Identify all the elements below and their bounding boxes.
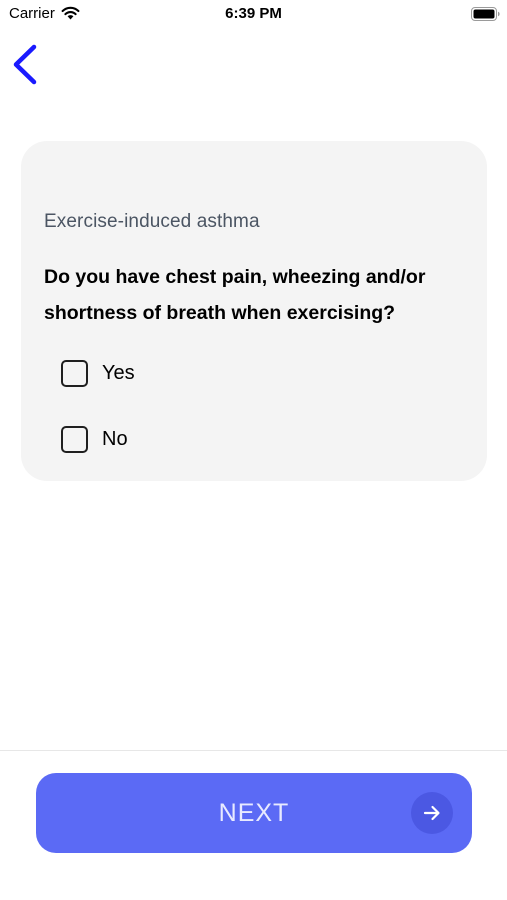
next-button-label: NEXT xyxy=(218,799,290,827)
option-yes-label: Yes xyxy=(102,361,135,384)
footer-divider xyxy=(0,750,507,751)
checkbox-no[interactable] xyxy=(61,425,88,453)
chevron-left-icon xyxy=(13,44,37,85)
question-category: Exercise-induced asthma xyxy=(44,211,260,232)
option-no-label: No xyxy=(102,427,128,450)
arrow-right-icon xyxy=(411,792,453,834)
back-button[interactable] xyxy=(8,40,48,88)
checkbox-yes[interactable] xyxy=(61,359,88,387)
question-card: Exercise-induced asthma Do you have ches… xyxy=(21,141,487,481)
status-time: 6:39 PM xyxy=(225,5,282,22)
question-text: Do you have chest pain, wheezing and/or … xyxy=(44,266,426,324)
option-yes[interactable]: Yes xyxy=(61,356,135,390)
next-button[interactable]: NEXT xyxy=(36,773,472,853)
status-bar: Carrier 6:39 PM xyxy=(0,0,507,28)
battery-icon xyxy=(471,7,500,21)
option-no[interactable]: No xyxy=(61,422,128,456)
